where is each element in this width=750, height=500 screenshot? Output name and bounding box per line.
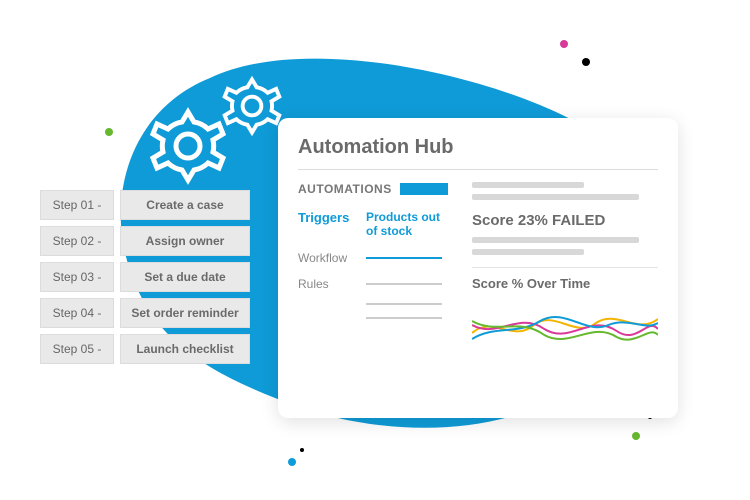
active-underline — [366, 257, 442, 259]
step-row: Step 04 - Set order reminder — [40, 298, 250, 328]
step-number: Step 05 - — [40, 334, 114, 364]
sparkline-chart — [472, 295, 658, 355]
skeleton-line — [472, 194, 639, 200]
step-number: Step 03 - — [40, 262, 114, 292]
step-action: Set order reminder — [120, 298, 250, 328]
nav-workflow[interactable]: Workflow — [298, 251, 356, 265]
step-action: Assign owner — [120, 226, 250, 256]
step-number: Step 02 - — [40, 226, 114, 256]
skeleton-line — [472, 249, 584, 255]
dot-decor — [560, 40, 568, 48]
score-status: Score 23% FAILED — [472, 212, 658, 229]
placeholder-line — [366, 303, 442, 305]
step-action: Set a due date — [120, 262, 250, 292]
card-left-col: AUTOMATIONS Triggers Products out of sto… — [298, 182, 458, 404]
step-number: Step 04 - — [40, 298, 114, 328]
nav-rules[interactable]: Rules — [298, 277, 356, 291]
divider — [472, 267, 658, 268]
step-row: Step 05 - Launch checklist — [40, 334, 250, 364]
skeleton-line — [472, 182, 584, 188]
card-title: Automation Hub — [298, 136, 658, 170]
step-action: Create a case — [120, 190, 250, 220]
dot-decor — [582, 58, 590, 66]
nav-products-out-of-stock[interactable]: Products out of stock — [366, 210, 442, 239]
step-row: Step 01 - Create a case — [40, 190, 250, 220]
dot-decor — [300, 448, 304, 452]
placeholder-line — [366, 317, 442, 319]
heading-accent-bar — [400, 183, 448, 195]
chart-title: Score % Over Time — [472, 276, 658, 291]
section-heading: AUTOMATIONS — [298, 182, 392, 196]
step-action: Launch checklist — [120, 334, 250, 364]
automation-hub-card: Automation Hub AUTOMATIONS Triggers Prod… — [278, 118, 678, 418]
step-number: Step 01 - — [40, 190, 114, 220]
workflow-steps: Step 01 - Create a case Step 02 - Assign… — [40, 190, 250, 364]
dot-decor — [105, 128, 113, 136]
placeholder-line — [366, 283, 442, 285]
dot-decor — [632, 432, 640, 440]
step-row: Step 02 - Assign owner — [40, 226, 250, 256]
dot-decor — [288, 458, 296, 466]
step-row: Step 03 - Set a due date — [40, 262, 250, 292]
skeleton-line — [472, 237, 639, 243]
card-right-col: Score 23% FAILED Score % Over Time — [472, 182, 658, 404]
nav-triggers[interactable]: Triggers — [298, 210, 356, 239]
